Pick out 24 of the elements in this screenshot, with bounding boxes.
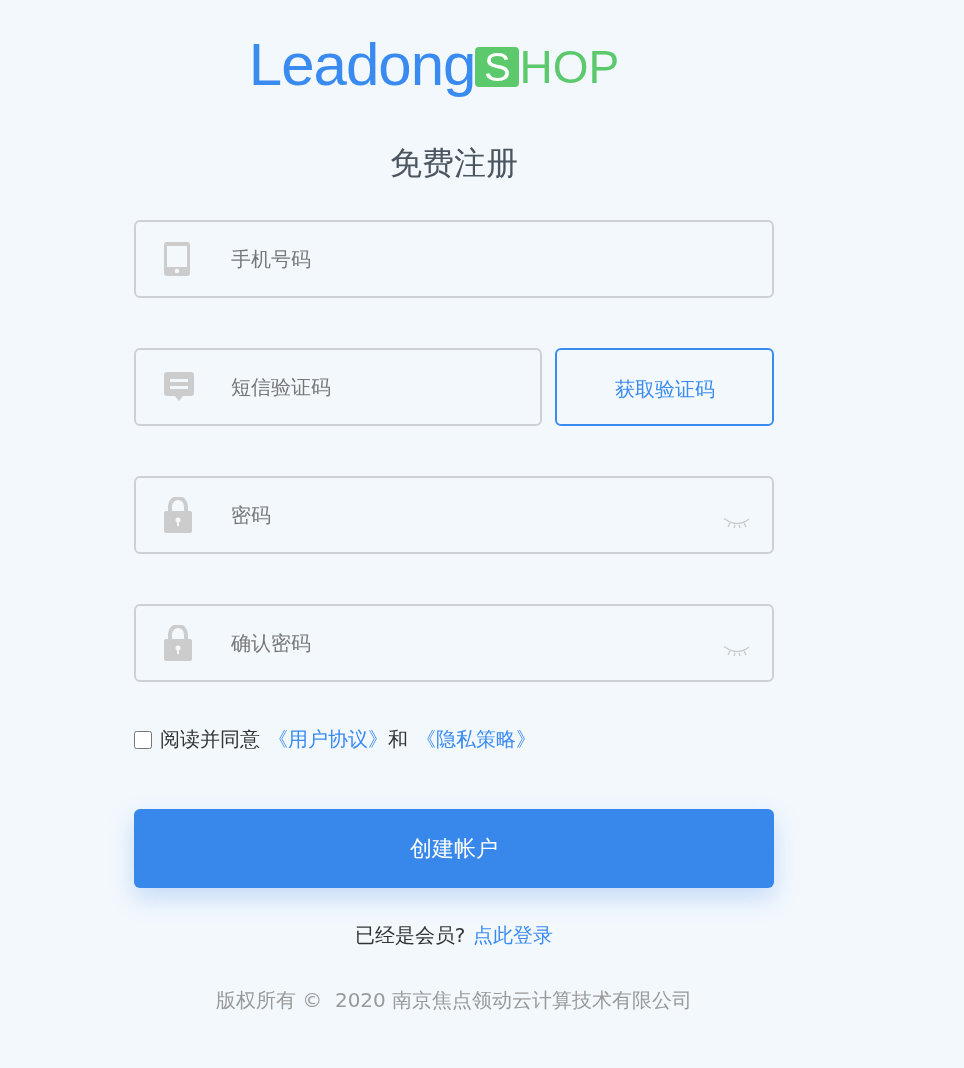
lock-icon [164, 497, 192, 533]
input-field[interactable]: 密码 [134, 476, 774, 554]
logo-bag-icon: S [475, 47, 520, 87]
closed-eye-icon[interactable] [724, 646, 750, 656]
agreement-link[interactable]: 《用户协议》 [268, 726, 388, 753]
agreement-text: 和 [388, 726, 408, 753]
agreement-link[interactable]: 《隐私策略》 [416, 726, 536, 753]
input-field[interactable]: 手机号码 [134, 220, 774, 298]
get-code-button[interactable]: 获取验证码 [555, 348, 774, 426]
create-account-button[interactable]: 创建帐户 [134, 809, 774, 888]
lock-icon [164, 625, 192, 661]
page-title: 免费注册 [389, 143, 519, 184]
copyright-text: 版权所有 © 2020 南京焦点领动云计算技术有限公司 [214, 987, 694, 1014]
login-link[interactable]: 点此登录 [473, 923, 554, 947]
logo-text: HOP [519, 40, 620, 94]
input-field[interactable]: 确认密码 [134, 604, 774, 682]
agreement-text: 阅读并同意 [160, 726, 260, 753]
input-field[interactable]: 短信验证码 [134, 348, 542, 426]
logo-text: Leadong [248, 29, 476, 99]
message-icon [164, 372, 194, 402]
phone-icon [164, 242, 190, 276]
agree-checkbox[interactable] [134, 730, 152, 749]
closed-eye-icon[interactable] [724, 518, 750, 528]
member-prompt: 已经是会员? [354, 923, 466, 947]
